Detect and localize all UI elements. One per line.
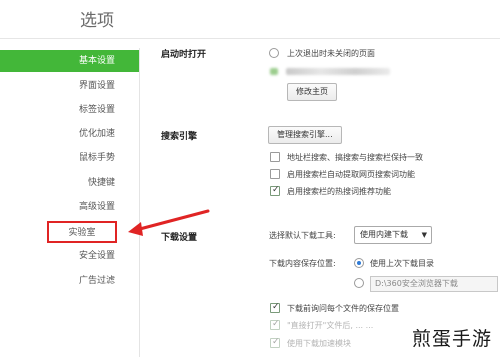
search-hot-words-checkbox[interactable] <box>270 185 280 196</box>
download-tool-value: 使用内建下载 <box>360 230 408 239</box>
download-tool-label: 选择默认下载工具: <box>269 231 336 240</box>
download-tool-select[interactable]: 使用内建下载 ▼ <box>354 226 432 244</box>
download-ask-each-label: 下载前询问每个文件的保存位置 <box>287 304 399 313</box>
download-location-label: 下载内容保存位置: <box>269 259 336 268</box>
search-sync-label: 地址栏搜索、搞搜索与搜索栏保持一致 <box>287 153 423 162</box>
search-hot-words-label: 启用搜索栏的热搜词推荐功能 <box>287 187 391 196</box>
download-ask-each-checkbox[interactable] <box>270 302 280 313</box>
startup-restore-label: 上次退出时未关闭的页面 <box>287 49 375 58</box>
search-auto-keyword-label: 启用搜索栏自动提取网页搜索词功能 <box>287 170 415 179</box>
manage-search-engines-button[interactable]: 管理搜索引擎... <box>268 126 342 144</box>
search-sync-checkbox[interactable] <box>270 152 280 162</box>
download-custom-dir-radio[interactable] <box>354 278 364 288</box>
startup-section-title: 启动时打开 <box>161 50 207 60</box>
download-last-dir-label: 使用上次下载目录 <box>370 259 434 268</box>
download-last-dir-radio[interactable] <box>354 258 364 268</box>
change-home-button[interactable]: 修改主页 <box>287 83 337 101</box>
startup-restore-radio[interactable] <box>269 48 279 58</box>
annotation-arrow-icon <box>128 209 210 236</box>
download-direct-open-checkbox[interactable] <box>270 319 280 330</box>
download-section-title: 下载设置 <box>161 233 198 243</box>
watermark-text: 煎蛋手游 <box>411 328 492 350</box>
download-accelerate-checkbox[interactable] <box>270 337 280 348</box>
download-accelerate-label: 使用下载加速模块 <box>287 339 351 348</box>
download-path-field[interactable]: D:\360安全浏览器下载 <box>370 276 498 292</box>
search-auto-keyword-checkbox[interactable] <box>270 169 280 179</box>
download-direct-open-label: "直接打开"文件后, ... ... <box>287 321 374 330</box>
blurred-home-icon <box>270 68 278 75</box>
blurred-home-url <box>286 68 390 75</box>
search-section-title: 搜索引擎 <box>161 132 198 142</box>
chevron-down-icon: ▼ <box>421 231 427 239</box>
